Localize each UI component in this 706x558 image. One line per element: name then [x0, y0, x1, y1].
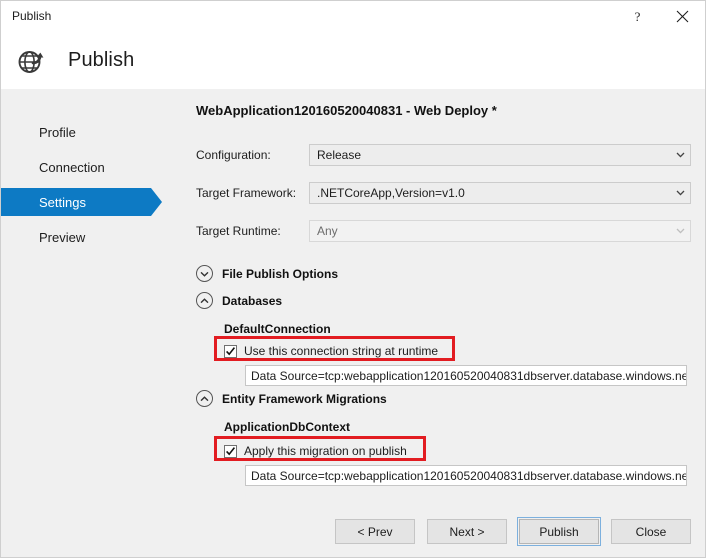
- target-runtime-row: Target Runtime: Any: [196, 220, 691, 242]
- target-framework-label: Target Framework:: [196, 186, 297, 200]
- close-button[interactable]: Close: [611, 519, 691, 544]
- sidebar-nav: Profile Connection Settings Preview: [1, 89, 179, 258]
- chevron-down-icon: [671, 183, 690, 203]
- sidebar-item-label: Settings: [39, 194, 86, 210]
- sidebar-item-label: Connection: [39, 159, 105, 175]
- connection-string-value: Data Source=tcp:webapplication1201605200…: [251, 368, 687, 383]
- dialog-body: Profile Connection Settings Preview WebA…: [1, 89, 705, 557]
- configuration-dropdown[interactable]: Release: [309, 144, 691, 166]
- apply-migration-label: Apply this migration on publish: [244, 444, 407, 458]
- publish-dialog-window: Publish ? Publish Profile Connection Set…: [0, 0, 706, 558]
- sidebar-item-preview[interactable]: Preview: [1, 223, 179, 251]
- help-button[interactable]: ?: [615, 1, 660, 32]
- target-runtime-value: Any: [317, 224, 338, 238]
- configuration-row: Configuration: Release: [196, 144, 691, 166]
- settings-pane: WebApplication120160520040831 - Web Depl…: [179, 89, 705, 557]
- use-connection-string-label: Use this connection string at runtime: [244, 344, 439, 358]
- title-bar: Publish ?: [1, 1, 705, 32]
- expander-label: Entity Framework Migrations: [222, 391, 387, 406]
- prev-button[interactable]: < Prev: [335, 519, 415, 544]
- publish-button[interactable]: Publish: [517, 517, 601, 546]
- use-connection-string-checkbox[interactable]: [224, 344, 237, 358]
- close-icon: [676, 10, 689, 23]
- migration-connection-string-value: Data Source=tcp:webapplication1201605200…: [251, 468, 687, 483]
- apply-migration-checkbox[interactable]: [224, 444, 237, 458]
- expander-file-publish-options[interactable]: File Publish Options: [196, 265, 338, 282]
- expander-databases[interactable]: Databases: [196, 292, 282, 309]
- connection-string-input[interactable]: Data Source=tcp:webapplication1201605200…: [245, 365, 687, 386]
- question-mark-icon: ?: [634, 8, 641, 24]
- chevron-down-icon: [671, 145, 690, 165]
- chevron-up-circle-icon: [196, 292, 213, 309]
- close-window-button[interactable]: [660, 1, 705, 32]
- window-title: Publish: [12, 9, 52, 23]
- expander-label: Databases: [222, 293, 283, 308]
- window-controls: ?: [615, 1, 705, 32]
- sidebar-item-settings[interactable]: Settings: [1, 188, 162, 216]
- migration-connection-string-input[interactable]: Data Source=tcp:webapplication1201605200…: [245, 465, 687, 486]
- expander-entity-framework-migrations[interactable]: Entity Framework Migrations: [196, 390, 387, 407]
- expander-label: File Publish Options: [222, 266, 339, 281]
- target-framework-value: .NETCoreApp,Version=v1.0: [317, 186, 465, 200]
- chevron-down-circle-icon: [196, 265, 213, 282]
- chevron-up-circle-icon: [196, 390, 213, 407]
- default-connection-heading: DefaultConnection: [224, 322, 331, 336]
- target-runtime-dropdown[interactable]: Any: [309, 220, 691, 242]
- dialog-header: Publish: [1, 32, 705, 89]
- target-runtime-label: Target Runtime:: [196, 224, 281, 238]
- profile-title: WebApplication120160520040831 - Web Depl…: [196, 103, 497, 118]
- chevron-down-icon: [671, 221, 690, 241]
- dialog-footer: < Prev Next > Publish Close: [335, 517, 691, 546]
- sidebar-item-connection[interactable]: Connection: [1, 153, 179, 181]
- sidebar-item-label: Preview: [39, 229, 86, 245]
- target-framework-dropdown[interactable]: .NETCoreApp,Version=v1.0: [309, 182, 691, 204]
- use-connection-string-checkbox-row[interactable]: Use this connection string at runtime: [224, 344, 438, 358]
- page-title: Publish: [68, 49, 135, 71]
- application-dbcontext-heading: ApplicationDbContext: [224, 420, 350, 434]
- next-button[interactable]: Next >: [427, 519, 507, 544]
- configuration-label: Configuration:: [196, 148, 271, 162]
- sidebar-item-label: Profile: [39, 124, 76, 140]
- globe-publish-icon: [14, 44, 48, 78]
- sidebar-item-profile[interactable]: Profile: [1, 118, 179, 146]
- apply-migration-checkbox-row[interactable]: Apply this migration on publish: [224, 444, 407, 458]
- target-framework-row: Target Framework: .NETCoreApp,Version=v1…: [196, 182, 691, 204]
- configuration-value: Release: [317, 148, 362, 162]
